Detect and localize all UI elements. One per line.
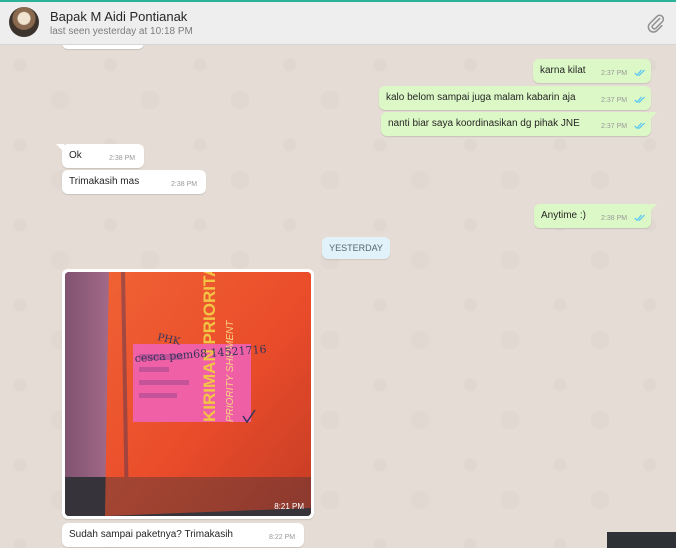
last-seen-status: last seen yesterday at 10:18 PM [50, 26, 193, 37]
message-time: 2:38 PM [171, 181, 198, 188]
read-ticks-icon [634, 96, 645, 104]
message-bubble-outgoing[interactable]: nanti biar saya koordinasikan dg pihak J… [381, 112, 657, 136]
message-bubble-outgoing[interactable]: kalo belom sampai juga malam kabarin aja… [379, 86, 651, 110]
message-text: Trimakasih mas [69, 176, 140, 187]
read-ticks-icon [634, 122, 645, 130]
message-text: kalo belom sampai juga malam kabarin aja [386, 92, 576, 103]
message-bubble-outgoing[interactable]: karna kilat 2:37 PM [533, 59, 651, 83]
chat-header: Bapak M Aidi Pontianak last seen yesterd… [0, 2, 676, 45]
message-text: nanti biar saya koordinasikan dg pihak J… [388, 118, 580, 129]
message-text: Sudah sampai paketnya? Trimakasih [69, 529, 233, 540]
message-time: 2:38 PM [601, 215, 628, 222]
read-ticks-icon [634, 214, 645, 222]
message-bubble-incoming[interactable]: Trimakasih mas 2:38 PM [62, 170, 206, 194]
bubble-tail [649, 204, 657, 212]
message-bubble-incoming[interactable]: Ok 2:38 PM [56, 144, 144, 168]
read-ticks-icon [634, 69, 645, 77]
paperclip-icon[interactable] [646, 13, 666, 33]
message-list[interactable]: karna kilat 2:37 PM kalo belom sampai ju… [0, 45, 676, 548]
message-time: 2:38 PM [109, 155, 136, 162]
package-photo[interactable]: KIRIMAN PRIORITAS PRIORITY SHIPMENT PHK … [65, 272, 311, 516]
image-message-bubble[interactable]: KIRIMAN PRIORITAS PRIORITY SHIPMENT PHK … [62, 269, 314, 519]
contact-avatar[interactable] [9, 7, 39, 37]
message-text: karna kilat [540, 65, 586, 76]
message-time: 2:37 PM [601, 70, 628, 77]
message-text: Ok [69, 150, 82, 161]
message-time: 2:37 PM [601, 123, 628, 130]
message-time: 8:22 PM [269, 534, 296, 541]
bubble-tail [56, 144, 64, 152]
contact-name[interactable]: Bapak M Aidi Pontianak [50, 9, 187, 24]
message-time: 2:37 PM [601, 97, 628, 104]
package-photo-image: KIRIMAN PRIORITAS PRIORITY SHIPMENT PHK … [65, 272, 311, 516]
message-bubble-incoming[interactable]: Sudah sampai paketnya? Trimakasih 8:22 P… [62, 523, 304, 547]
message-bubble-partial [62, 45, 144, 49]
message-text: Anytime :) [541, 210, 587, 221]
message-bubble-outgoing[interactable]: Anytime :) 2:38 PM [534, 204, 657, 228]
date-separator: YESTERDAY [322, 237, 390, 259]
bubble-tail [649, 112, 657, 120]
window-corner-overlay [607, 532, 676, 548]
image-time: 8:21 PM [274, 502, 304, 511]
